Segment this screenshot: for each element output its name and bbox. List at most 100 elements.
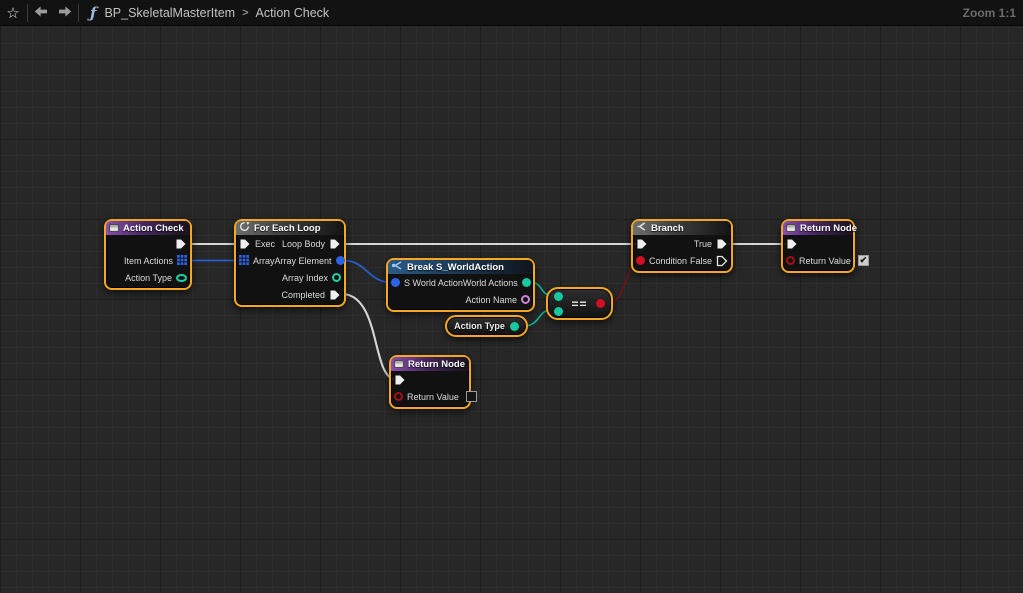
node-return-main[interactable]: Return Node Return Value ✔ (781, 219, 855, 273)
node-header: Return Node (783, 221, 853, 235)
pin-return-value[interactable]: Return Value ✔ (786, 255, 869, 266)
pin-row: Action Type (106, 269, 190, 286)
pin-loop-body[interactable]: Loop Body (282, 238, 341, 250)
pin-exec-in[interactable]: Exec (239, 238, 275, 250)
function-result-icon (394, 360, 404, 368)
pin-row: Return Value ✔ (783, 252, 853, 269)
pin-s-world-action[interactable]: S World Action (391, 278, 463, 288)
zoom-level-label: Zoom 1:1 (963, 6, 1023, 20)
pin-label: S World Action (404, 278, 463, 288)
return-value-checkbox[interactable]: ✔ (858, 255, 869, 266)
pin-array-index[interactable]: Array Index (282, 273, 341, 283)
node-title: Return Node (800, 223, 857, 234)
bool-pin-icon (636, 256, 645, 265)
struct-pin-icon (336, 256, 345, 265)
pin-true[interactable]: True (694, 238, 728, 250)
enum-pin-icon (176, 274, 187, 282)
node-title: For Each Loop (254, 223, 321, 234)
pin-row: Condition False (633, 252, 731, 269)
node-header: Return Node (391, 357, 469, 371)
equals-inputs (554, 292, 563, 316)
node-action-type-getter[interactable]: Action Type (445, 315, 528, 337)
pin-label: Return Value (407, 392, 459, 402)
pin-array-element[interactable]: Array Element (275, 256, 345, 266)
back-arrow-icon (34, 4, 48, 22)
toolbar-divider (78, 4, 79, 22)
pin-row: S World Action World Actions (388, 274, 533, 291)
array-pin-icon (177, 255, 187, 267)
forward-arrow-icon (58, 4, 72, 22)
pin-completed[interactable]: Completed (281, 289, 341, 301)
exec-pin-icon (786, 238, 798, 250)
node-title: Action Check (123, 223, 184, 234)
loop-icon (239, 221, 250, 235)
enum-pin-icon[interactable] (554, 292, 563, 301)
node-header: Break S_WorldAction (388, 260, 533, 274)
back-button[interactable] (29, 2, 53, 24)
wire-struct-arrayelement-break[interactable] (344, 261, 391, 283)
pin-label: Completed (281, 290, 325, 300)
name-pin-icon (521, 295, 530, 304)
breadcrumb-separator-icon: > (242, 7, 248, 19)
node-title: Return Node (408, 359, 465, 370)
pin-array-in[interactable]: Array (239, 255, 275, 267)
node-body: Return Value (391, 371, 469, 407)
enum-pin-icon[interactable] (554, 307, 563, 316)
node-return-loop[interactable]: Return Node Return Value (389, 355, 471, 409)
pin-exec-in[interactable] (786, 238, 798, 250)
node-for-each-loop[interactable]: For Each Loop Exec Loop Body (234, 219, 346, 307)
pin-exec-in[interactable] (636, 238, 648, 250)
struct-pin-icon (391, 278, 400, 287)
pin-row: Item Actions (106, 252, 190, 269)
exec-pin-icon (636, 238, 648, 250)
exec-pin-icon (329, 238, 341, 250)
array-pin-icon (239, 255, 249, 267)
pin-exec-in[interactable] (394, 374, 406, 386)
node-action-check[interactable]: Action Check Item Actions (104, 219, 192, 290)
pin-row: Return Value (391, 388, 469, 405)
toolbar-divider (27, 4, 28, 22)
branch-icon (636, 221, 647, 235)
pin-return-value[interactable]: Return Value (394, 391, 477, 402)
graph-canvas[interactable]: Action Check Item Actions (0, 26, 1023, 593)
function-entry-icon (109, 224, 119, 232)
pin-label: Return Value (799, 256, 851, 266)
pin-action-type[interactable]: Action Type (125, 273, 187, 283)
bool-pin-icon[interactable] (596, 299, 605, 308)
enum-pin-icon[interactable] (510, 322, 519, 331)
node-body: S World Action World Actions Action Name (388, 274, 533, 310)
node-break-s-worldaction[interactable]: Break S_WorldAction S World Action World… (386, 258, 535, 312)
pin-world-actions[interactable]: World Actions (463, 278, 531, 288)
checkmark-icon: ✔ (860, 256, 868, 265)
pin-item-actions[interactable]: Item Actions (124, 255, 187, 267)
breadcrumb-root[interactable]: BP_SkeletalMasterItem (104, 6, 235, 20)
pin-label: Array (253, 256, 275, 266)
forward-button[interactable] (53, 2, 77, 24)
function-icon: ƒ (90, 4, 96, 22)
exec-pin-icon (716, 238, 728, 250)
pin-condition[interactable]: Condition (636, 256, 687, 266)
graph-toolbar: ☆ ƒ BP_SkeletalMasterItem > Action Check… (0, 0, 1023, 26)
node-header: Branch (633, 221, 731, 235)
pin-false[interactable]: False (690, 255, 728, 267)
pin-action-name[interactable]: Action Name (465, 295, 530, 305)
pin-label: Array Index (282, 273, 328, 283)
pin-label: Item Actions (124, 256, 173, 266)
pin-label: Action Name (465, 295, 517, 305)
pin-row (106, 235, 190, 252)
pin-label: Action Type (125, 273, 172, 283)
node-header: Action Check (106, 221, 190, 235)
node-equals[interactable]: == (546, 287, 613, 320)
pin-row: True (633, 235, 731, 252)
node-body: Exec Loop Body Array (236, 235, 344, 305)
return-value-checkbox[interactable] (466, 391, 477, 402)
favorite-star-icon[interactable]: ☆ (0, 4, 26, 22)
breadcrumb-current[interactable]: Action Check (256, 6, 330, 20)
bool-pin-hollow-icon (394, 392, 403, 401)
equals-operator-label: == (571, 297, 587, 311)
pin-exec-out[interactable] (175, 238, 187, 250)
node-branch[interactable]: Branch True (631, 219, 733, 273)
pin-label: False (690, 256, 712, 266)
pin-row (783, 235, 853, 252)
exec-pin-icon (329, 289, 341, 301)
